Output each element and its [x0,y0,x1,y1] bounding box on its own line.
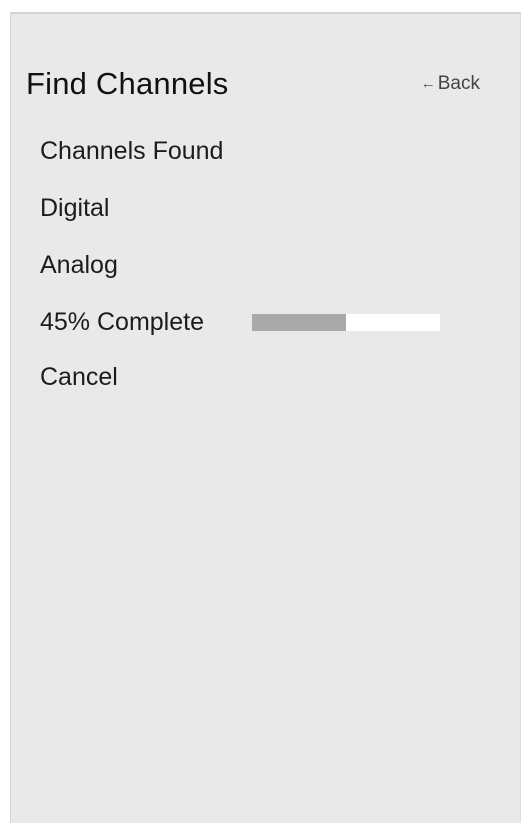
progress-label: 45% Complete [40,308,204,336]
back-button[interactable]: ← Back [421,72,480,96]
scan-progress-row: 45% Complete [40,307,520,337]
back-label: Back [437,73,480,94]
menu-item-channels-found[interactable]: Channels Found [40,136,223,166]
menu-item-digital[interactable]: Digital [40,193,109,223]
menu-item-analog[interactable]: Analog [40,250,118,280]
page-title: Find Channels [26,66,229,101]
left-arrow-icon: ← [420,75,436,92]
header: Find Channels ← Back [11,64,520,108]
progress-bar [252,314,440,331]
cancel-button[interactable]: Cancel [40,362,118,392]
find-channels-screen: Find Channels ← Back Channels Found Digi… [10,12,521,823]
progress-bar-fill [252,314,346,331]
